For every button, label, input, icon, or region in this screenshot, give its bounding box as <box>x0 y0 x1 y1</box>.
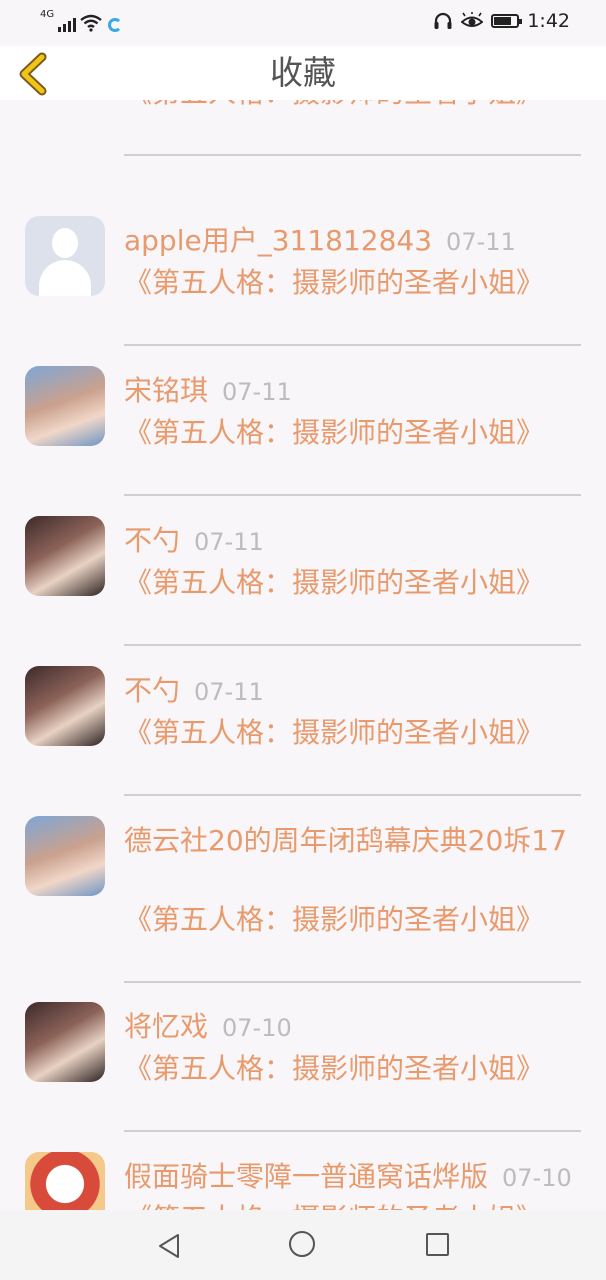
date-label: 07-11 <box>194 528 264 556</box>
nav-recent-icon[interactable] <box>426 1233 449 1256</box>
name-line: 不勺 07-11 <box>124 522 264 561</box>
divider <box>124 644 581 646</box>
divider <box>124 154 581 156</box>
list-item[interactable]: 宋铭琪 07-11 《第五人格：摄影师的圣者小姐》 <box>0 366 606 516</box>
work-title[interactable]: 《第五人格：摄影师的圣者小姐》 <box>124 1050 544 1087</box>
name-line: 不勺 07-11 <box>124 672 264 711</box>
date-label: 07-10 <box>502 1164 572 1192</box>
divider <box>124 794 581 796</box>
work-title[interactable]: 《第五人格：摄影师的圣者小姐》 <box>124 564 544 601</box>
status-right: 1:42 <box>433 10 570 32</box>
status-left: 4G <box>40 9 123 32</box>
avatar[interactable] <box>25 216 105 296</box>
user-name[interactable]: 不勺 <box>124 524 180 557</box>
wifi-icon <box>80 14 102 32</box>
page-title: 收藏 <box>270 53 336 92</box>
work-title[interactable]: 《第五人格：摄影师的圣者小姐》 <box>124 264 544 301</box>
clock: 1:42 <box>527 10 570 32</box>
divider <box>124 1130 581 1132</box>
signal-icon <box>58 16 77 32</box>
user-name[interactable]: 德云社20的周年闭鸹幕庆典20坼17 <box>124 824 567 857</box>
work-title[interactable]: 《第五人格：摄影师的圣者小姐》 <box>124 414 544 451</box>
nav-home-icon[interactable] <box>289 1231 315 1257</box>
date-label: 07-10 <box>222 1014 292 1042</box>
status-bar: 4G 1:42 <box>0 0 606 46</box>
battery-icon <box>491 14 523 28</box>
name-line: 宋铭琪 07-11 <box>124 372 292 411</box>
favorites-list[interactable]: apple用户_311812843《第五人格：摄影师的圣者小姐》apple用户_… <box>0 46 606 1210</box>
headphones-icon <box>434 12 452 29</box>
name-line: 德云社20的周年闭鸹幕庆典20坼1707-11 <box>124 822 574 860</box>
date-label: 07-11 <box>194 678 264 706</box>
system-nav-bar <box>0 1210 606 1280</box>
eye-icon <box>461 12 484 27</box>
avatar[interactable] <box>25 366 105 446</box>
name-line: apple用户_311812843 07-11 <box>124 222 516 261</box>
user-name[interactable]: 假面骑士零障一普通窝话烨版 <box>124 1160 488 1193</box>
user-name[interactable]: apple用户_311812843 <box>124 224 432 257</box>
avatar[interactable] <box>25 666 105 746</box>
list-item[interactable]: 不勺 07-11 《第五人格：摄影师的圣者小姐》 <box>0 666 606 816</box>
divider <box>124 344 581 346</box>
work-title[interactable]: 《第五人格：摄影师的圣者小姐》 <box>124 714 544 751</box>
date-label: 07-11 <box>222 378 292 406</box>
avatar[interactable] <box>25 816 105 896</box>
sync-icon <box>108 18 123 32</box>
divider <box>124 494 581 496</box>
divider <box>124 981 581 983</box>
list-item[interactable]: 假面骑士零障一普通窝话烨版 07-10 《第五人格：摄影师的圣者小姐》 <box>0 1152 606 1210</box>
avatar[interactable] <box>25 1002 105 1082</box>
network-type: 4G <box>40 9 55 20</box>
list-item[interactable]: 德云社20的周年闭鸹幕庆典20坼1707-11 《第五人格：摄影师的圣者小姐》 <box>0 816 606 983</box>
work-title[interactable]: 《第五人格：摄影师的圣者小姐》 <box>124 1200 544 1210</box>
user-name[interactable]: 不勺 <box>124 674 180 707</box>
user-name[interactable]: 宋铭琪 <box>124 374 208 407</box>
header: 收藏 <box>0 46 606 100</box>
nav-back-icon[interactable] <box>156 1232 182 1260</box>
user-name[interactable]: 将忆戏 <box>124 1010 208 1043</box>
list-item[interactable]: apple用户_311812843 07-11 《第五人格：摄影师的圣者小姐》 <box>0 216 606 366</box>
list-item[interactable]: 不勺 07-11 《第五人格：摄影师的圣者小姐》 <box>0 516 606 666</box>
list-item[interactable]: 将忆戏 07-10 《第五人格：摄影师的圣者小姐》 <box>0 1002 606 1152</box>
date-label: 07-11 <box>446 228 516 256</box>
name-line: 将忆戏 07-10 <box>124 1008 292 1047</box>
avatar[interactable] <box>25 516 105 596</box>
avatar[interactable] <box>25 1152 105 1210</box>
work-title[interactable]: 《第五人格：摄影师的圣者小姐》 <box>124 901 544 938</box>
name-line: 假面骑士零障一普通窝话烨版 07-10 <box>124 1158 572 1197</box>
